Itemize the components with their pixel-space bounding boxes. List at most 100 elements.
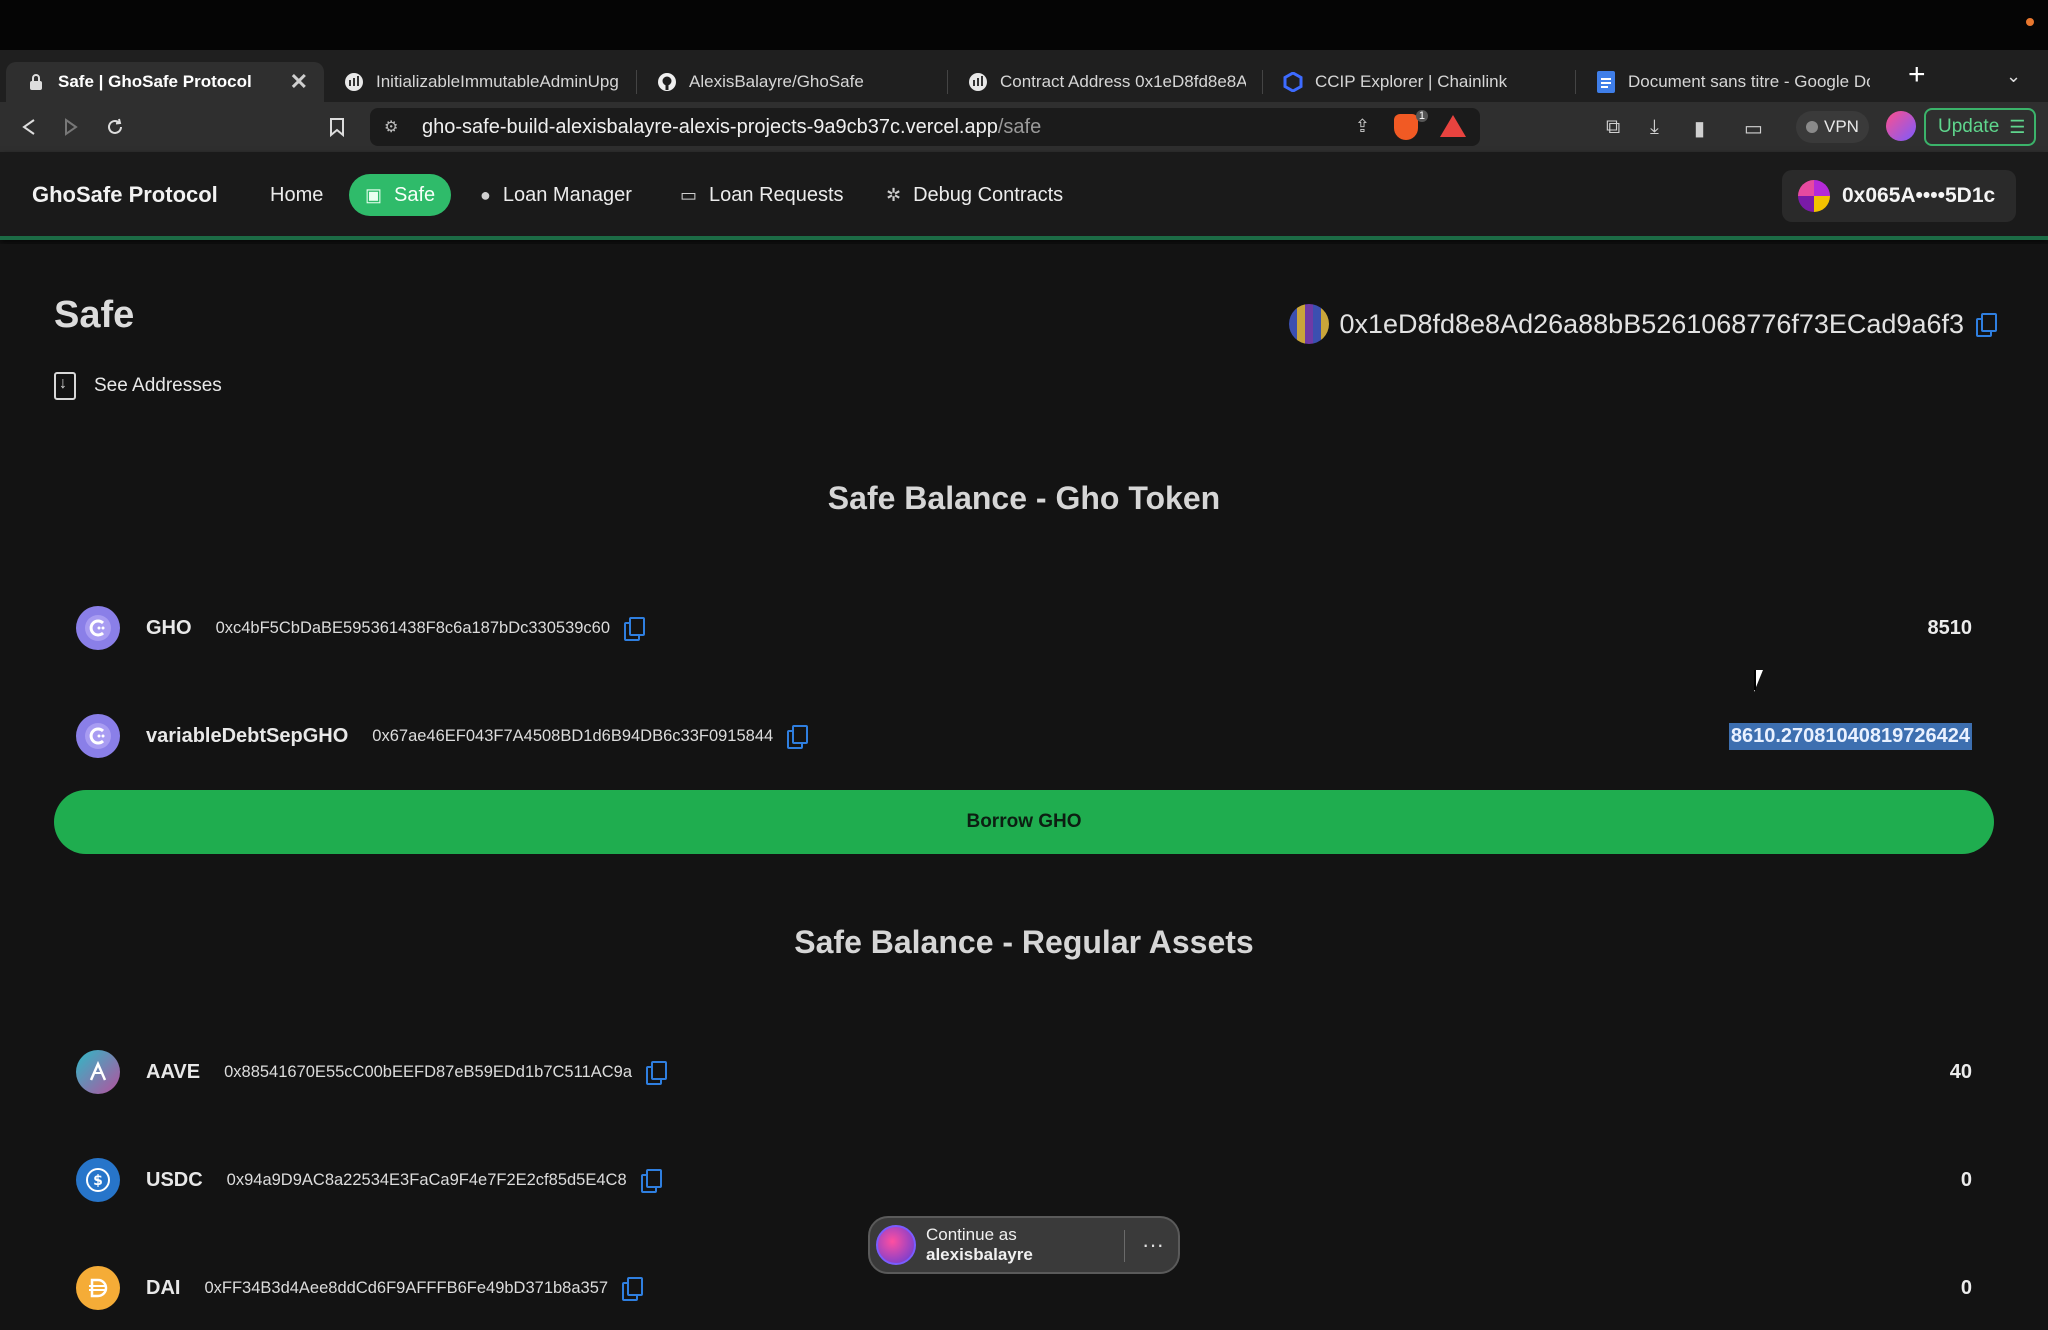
continue-as-username: alexisbalayre xyxy=(926,1245,1033,1264)
safe-address-text: 0x1eD8fd8e8Ad26a88bB5261068776f73ECad9a6… xyxy=(1339,308,1964,339)
tab-initializable[interactable]: InitializableImmutableAdminUpgra xyxy=(324,62,636,102)
token-balance: 40 xyxy=(1949,1060,1972,1083)
tab-title: Document sans titre - Google Doc xyxy=(1628,72,1870,91)
tab-title: AlexisBalayre/GhoSafe xyxy=(689,72,864,91)
token-symbol: GHO xyxy=(146,616,192,639)
svg-text:$: $ xyxy=(93,1173,103,1189)
vpn-label: VPN xyxy=(1824,117,1859,136)
document-download-icon xyxy=(54,372,76,400)
token-address: 0xc4bF5CbDaBE595361438F8c6a187bDc330539c… xyxy=(215,618,611,637)
continue-as-prompt[interactable]: Continue as alexisbalayre ··· xyxy=(868,1216,1180,1274)
copy-icon[interactable] xyxy=(624,617,646,641)
aave-token-icon xyxy=(76,1050,120,1094)
token-balance: 0 xyxy=(1960,1168,1972,1191)
tab-title: InitializableImmutableAdminUpgra xyxy=(376,72,620,91)
nav-label: Loan Requests xyxy=(709,183,844,206)
sidebar-icon[interactable]: ▮ xyxy=(1694,116,1705,141)
back-icon[interactable] xyxy=(14,112,44,142)
download-icon[interactable]: ⤓ xyxy=(1650,116,1659,139)
site-settings-icon[interactable]: ⚙ xyxy=(384,117,406,137)
share-icon[interactable]: ⇪ xyxy=(1355,116,1370,137)
extensions-icon[interactable]: ⧉ xyxy=(1606,116,1620,139)
token-row-gho: GHO 0xc4bF5CbDaBE595361438F8c6a187bDc330… xyxy=(54,598,1994,658)
bug-icon: ✲ xyxy=(886,184,902,205)
tab-google-doc[interactable]: Document sans titre - Google Doc xyxy=(1576,62,1886,102)
copy-icon[interactable] xyxy=(1976,313,1997,337)
app-header: GhoSafe Protocol Home ▣ Safe ● Loan Mana… xyxy=(0,152,2048,240)
address-bar[interactable]: ⚙ gho-safe-build-alexisbalayre-alexis-pr… xyxy=(370,108,1480,146)
brave-shields-icon[interactable] xyxy=(1394,114,1418,140)
tab-ccip-explorer[interactable]: CCIP Explorer | Chainlink xyxy=(1263,62,1575,102)
forward-icon[interactable] xyxy=(56,112,86,142)
wallet-address: 0x065A••••5D1c xyxy=(1842,184,1996,207)
browser-tab-strip: Safe | GhoSafe Protocol ✕ InitializableI… xyxy=(0,50,2048,102)
safe-address-display: 0x1eD8fd8e8Ad26a88bB5261068776f73ECad9a6… xyxy=(1289,304,1997,344)
copy-icon[interactable] xyxy=(787,725,809,749)
tab-github[interactable]: AlexisBalayre/GhoSafe xyxy=(637,62,947,102)
shields-count-badge: 1 xyxy=(1415,110,1428,122)
nav-loan-manager[interactable]: ● Loan Manager xyxy=(464,174,648,216)
wallet-avatar xyxy=(1798,180,1830,212)
gho-section-title: Safe Balance - Gho Token xyxy=(827,480,1221,516)
token-symbol: DAI xyxy=(146,1276,181,1299)
safe-icon: ▣ xyxy=(365,184,383,205)
token-address: 0xFF34B3d4Aee8ddCd6F9AFFFB6Fe49bD371b8a3… xyxy=(204,1278,609,1297)
nav-loan-requests[interactable]: ▭ Loan Requests xyxy=(664,174,860,216)
page-title: Safe xyxy=(54,294,135,336)
continue-as-label: Continue as xyxy=(926,1225,1017,1244)
nav-home[interactable]: Home xyxy=(254,174,339,216)
vpn-button[interactable]: VPN xyxy=(1796,111,1869,143)
new-tab-button[interactable]: + xyxy=(1908,58,1926,92)
safe-avatar xyxy=(1289,304,1330,344)
reload-icon[interactable] xyxy=(100,112,130,142)
nav-label: Home xyxy=(270,183,324,206)
close-tab-icon[interactable]: ✕ xyxy=(278,69,308,95)
token-balance: 8610.27081040819726424 xyxy=(1728,722,1972,750)
wallet-icon[interactable]: ▭ xyxy=(1744,116,1763,141)
vpn-status-icon xyxy=(1806,121,1818,133)
dai-token-icon xyxy=(76,1266,120,1310)
google-docs-icon xyxy=(1596,71,1616,93)
url-text: gho-safe-build-alexisbalayre-alexis-proj… xyxy=(422,115,1042,138)
tab-title: Contract Address 0x1eD8fd8e8Ad xyxy=(1000,72,1246,91)
token-balance: 8510 xyxy=(1927,616,1973,639)
token-symbol: variableDebtSepGHO xyxy=(146,724,349,747)
bookmark-icon[interactable] xyxy=(322,112,352,142)
nav-label: Loan Manager xyxy=(502,183,632,206)
tab-list-chevron-icon[interactable]: ⌄ xyxy=(2006,66,2021,87)
lock-icon xyxy=(26,72,46,92)
more-options-icon[interactable]: ··· xyxy=(1142,1232,1164,1258)
token-row-aave: AAVE 0x88541670E55cC00bEEFD87eB59EDd1b7C… xyxy=(54,1042,1994,1102)
browser-toolbar: ⚙ gho-safe-build-alexisbalayre-alexis-pr… xyxy=(0,102,2048,152)
gho-token-icon xyxy=(76,606,120,650)
copy-icon[interactable] xyxy=(640,1169,662,1193)
copy-icon[interactable] xyxy=(622,1277,644,1301)
main-content: Safe 0x1eD8fd8e8Ad26a88bB5261068776f73EC… xyxy=(0,244,2048,1330)
nav-label: Safe xyxy=(394,183,436,206)
gho-token-icon xyxy=(76,714,120,758)
tab-safe[interactable]: Safe | GhoSafe Protocol ✕ xyxy=(6,62,324,102)
profile-avatar[interactable] xyxy=(1886,111,1916,141)
brave-rewards-icon[interactable] xyxy=(1440,115,1466,137)
copy-icon[interactable] xyxy=(646,1061,668,1085)
borrow-gho-button[interactable]: Borrow GHO xyxy=(54,790,1994,854)
update-button[interactable]: Update ☰ xyxy=(1924,108,2036,146)
nav-debug-contracts[interactable]: ✲ Debug Contracts xyxy=(870,174,1079,216)
wallet-connect-button[interactable]: 0x065A••••5D1c xyxy=(1782,170,2016,222)
tab-title: CCIP Explorer | Chainlink xyxy=(1315,72,1508,91)
mouse-cursor-icon xyxy=(1754,670,1763,692)
token-balance: 0 xyxy=(1960,1276,1972,1299)
token-row-usdc: $ USDC 0x94a9D9AC8a22534E3FaCa9F4e7F2E2c… xyxy=(54,1150,1994,1210)
token-row-variable-debt-gho: variableDebtSepGHO 0x67ae46EF043F7A4508B… xyxy=(54,706,1994,766)
tab-title: Safe | GhoSafe Protocol xyxy=(58,72,252,91)
money-bag-icon: ● xyxy=(480,184,491,205)
tab-contract-address[interactable]: Contract Address 0x1eD8fd8e8Ad xyxy=(948,62,1262,102)
brand-logo-text[interactable]: GhoSafe Protocol xyxy=(32,182,218,208)
divider xyxy=(1124,1230,1125,1262)
continue-as-text: Continue as alexisbalayre xyxy=(926,1225,1033,1265)
nav-safe[interactable]: ▣ Safe xyxy=(349,174,452,216)
update-label: Update xyxy=(1938,116,2000,137)
etherscan-icon xyxy=(968,72,988,92)
see-addresses-link[interactable]: See Addresses xyxy=(54,372,222,400)
regular-assets-section-title: Safe Balance - Regular Assets xyxy=(794,924,1254,960)
